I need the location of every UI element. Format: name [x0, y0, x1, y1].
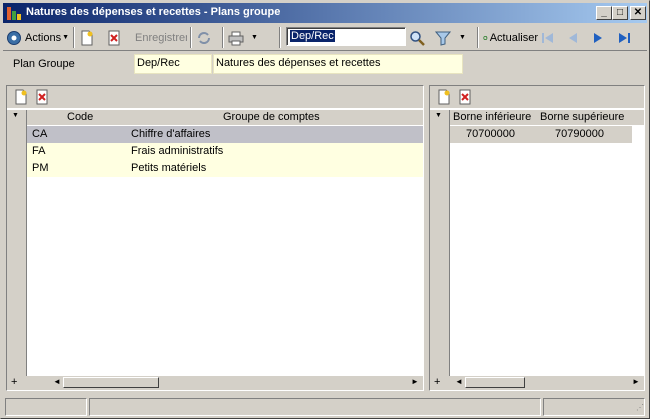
status-panel	[89, 398, 541, 416]
next-icon	[594, 32, 602, 43]
header-row: Plan Groupe Dep/Rec Natures des dépenses…	[3, 52, 647, 82]
scroll-right-icon[interactable]: ►	[632, 377, 640, 386]
search-input[interactable]: Dep/Rec	[286, 27, 406, 46]
scroll-right-icon[interactable]: ►	[411, 377, 419, 386]
next-record-button[interactable]	[590, 27, 606, 48]
delete-row-icon[interactable]	[457, 89, 473, 105]
row-selector-gutter[interactable]: ▼	[430, 110, 450, 376]
previous-record-button[interactable]	[565, 27, 581, 48]
plan-code-value: Dep/Rec	[137, 57, 180, 69]
cell-code: PM	[32, 162, 49, 174]
new-button[interactable]	[79, 27, 95, 48]
table-row[interactable]: CA Chiffre d'affaires	[27, 126, 423, 143]
close-button[interactable]: ✕	[630, 6, 646, 20]
printer-icon	[228, 31, 244, 45]
chevron-down-icon[interactable]: ▼	[435, 112, 442, 119]
chevron-down-icon[interactable]: ▼	[12, 112, 19, 119]
status-panel	[543, 398, 645, 416]
cell-high: 70790000	[555, 128, 604, 140]
row-selector-gutter[interactable]: ▼	[7, 110, 27, 376]
ranges-pane-toolbar	[430, 86, 644, 108]
print-button[interactable]: ▼	[228, 27, 258, 48]
delete-button[interactable]	[106, 27, 122, 48]
status-panel	[5, 398, 87, 416]
refresh-label: Actualiser	[489, 31, 538, 44]
ranges-grid-header: Borne inférieure Borne supérieure	[450, 110, 644, 125]
resize-grip-icon[interactable]: ⋰	[636, 403, 644, 412]
previous-icon	[569, 32, 577, 43]
column-header-high[interactable]: Borne supérieure	[540, 111, 624, 123]
save-label: Enregistrer	[135, 31, 187, 44]
new-document-icon	[81, 30, 93, 45]
search-button[interactable]	[409, 27, 425, 48]
search-value: Dep/Rec	[290, 30, 335, 42]
ranges-pane: ▼ Borne inférieure Borne supérieure 7070…	[429, 85, 645, 391]
chevron-down-icon[interactable]: ▼	[251, 34, 258, 41]
ranges-hscroll[interactable]: + ◄ ►	[430, 376, 644, 390]
groups-pane: ▼ Code Groupe de comptes CA Chiffre d'af…	[6, 85, 424, 391]
toolbar-separator	[73, 27, 75, 48]
plan-code-field[interactable]: Dep/Rec	[134, 54, 212, 74]
plan-name-field[interactable]: Natures des dépenses et recettes	[213, 54, 463, 74]
cell-group: Petits matériels	[131, 162, 207, 174]
groups-grid-header: Code Groupe de comptes	[27, 110, 423, 125]
actions-button[interactable]: Actions ▼	[6, 27, 70, 48]
toolbar: Actions ▼ Enregistrer ▼ Dep/Rec ▼ Actual…	[3, 24, 647, 51]
scroll-thumb[interactable]	[63, 377, 159, 388]
toolbar-separator	[190, 27, 192, 48]
app-icon	[7, 7, 21, 20]
cell-code: FA	[32, 145, 46, 157]
table-row[interactable]: 70700000 70790000	[450, 126, 632, 143]
last-record-button[interactable]	[616, 27, 632, 48]
column-header-low[interactable]: Borne inférieure	[453, 111, 531, 123]
table-row[interactable]: FA Frais administratifs	[27, 143, 423, 160]
last-icon	[619, 32, 630, 43]
plus-icon[interactable]: +	[11, 376, 17, 388]
first-record-button[interactable]	[540, 27, 556, 48]
column-header-group[interactable]: Groupe de comptes	[223, 111, 320, 123]
scroll-left-icon[interactable]: ◄	[53, 377, 61, 386]
sync-button[interactable]	[196, 27, 212, 48]
chevron-down-icon: ▼	[62, 34, 70, 41]
sync-icon	[198, 31, 210, 44]
cell-low: 70700000	[466, 128, 515, 140]
cell-group: Frais administratifs	[131, 145, 224, 157]
main-window: Natures des dépenses et recettes - Plans…	[0, 0, 650, 419]
table-row[interactable]: PM Petits matériels	[27, 160, 423, 177]
delete-icon	[108, 30, 120, 45]
toolbar-separator	[477, 27, 479, 48]
refresh-icon	[483, 35, 488, 40]
chevron-down-icon[interactable]: ▼	[459, 34, 466, 41]
first-icon	[542, 32, 553, 43]
plus-icon[interactable]: +	[434, 376, 440, 388]
plan-groupe-label: Plan Groupe	[13, 58, 75, 70]
status-bar: ⋰	[3, 398, 647, 416]
add-row-icon[interactable]	[436, 89, 452, 105]
cell-group: Chiffre d'affaires	[131, 128, 211, 140]
maximize-button[interactable]: □	[612, 6, 628, 20]
save-button[interactable]: Enregistrer	[134, 27, 187, 48]
scroll-left-icon[interactable]: ◄	[455, 377, 463, 386]
toolbar-separator	[279, 27, 281, 48]
actions-label: Actions	[25, 31, 62, 44]
column-header-code[interactable]: Code	[67, 111, 93, 123]
plan-name-value: Natures des dépenses et recettes	[216, 57, 381, 69]
cell-code: CA	[32, 128, 48, 140]
toolbar-separator	[222, 27, 224, 48]
groups-hscroll[interactable]: + ◄ ►	[7, 376, 423, 390]
delete-row-icon[interactable]	[34, 89, 50, 105]
window-title: Natures des dépenses et recettes - Plans…	[26, 6, 281, 18]
groups-pane-toolbar	[7, 86, 423, 108]
scroll-thumb[interactable]	[465, 377, 525, 388]
filter-button[interactable]: ▼	[435, 27, 466, 48]
refresh-button[interactable]: Actualiser	[483, 27, 538, 48]
title-bar[interactable]: Natures des dépenses et recettes - Plans…	[3, 3, 647, 23]
search-icon	[410, 30, 425, 46]
filter-icon	[435, 31, 451, 46]
minimize-button[interactable]: _	[596, 6, 612, 20]
add-row-icon[interactable]	[13, 89, 29, 105]
actions-icon	[7, 30, 21, 45]
